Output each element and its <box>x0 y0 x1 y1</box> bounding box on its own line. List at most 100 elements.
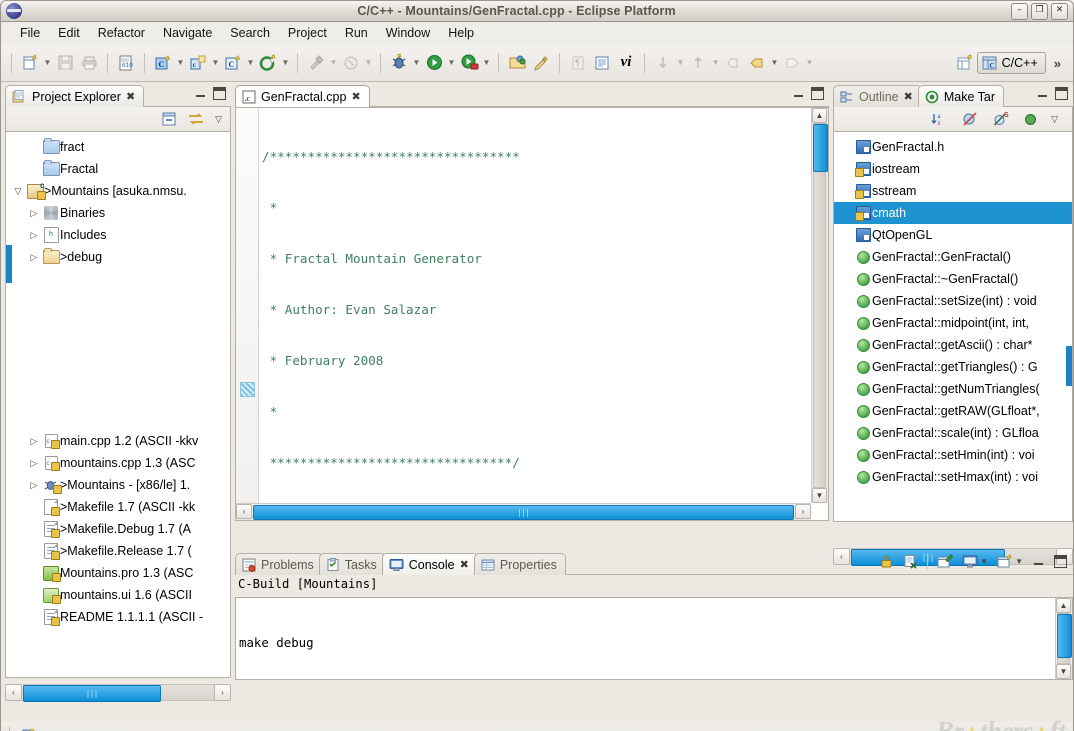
tab-tasks[interactable]: Tasks <box>319 553 386 575</box>
hide-static-icon[interactable]: S <box>993 111 1010 127</box>
perspective-cpp-button[interactable]: C C/C++ <box>977 52 1046 74</box>
minimize-button[interactable]: – <box>1011 3 1028 20</box>
outline-item-setsize[interactable]: GenFractal::setSize(int) : void <box>834 290 1072 312</box>
tree-item-makefile-release[interactable]: >Makefile.Release 1.7 ( <box>6 540 230 562</box>
outline-item-gettriangles[interactable]: GenFractal::getTriangles() : G <box>834 356 1072 378</box>
tree-item-makefile-debug[interactable]: >Makefile.Debug 1.7 (A <box>6 518 230 540</box>
display-console-dropdown-icon[interactable]: ▼ <box>980 557 988 566</box>
run-icon[interactable] <box>422 51 446 75</box>
outline-item-iostream[interactable]: iostream <box>834 158 1072 180</box>
tab-properties[interactable]: Properties <box>474 553 566 575</box>
editor-minimize-icon[interactable] <box>792 87 805 100</box>
tree-item-fractal[interactable]: Fractal <box>6 158 230 180</box>
editor-hscroll-thumb[interactable]: ∣∣∣ <box>253 505 794 520</box>
display-console-icon[interactable]: ▼ <box>962 554 988 569</box>
outline-item-scale[interactable]: GenFractal::scale(int) : GLfloa <box>834 422 1072 444</box>
open-resource-icon[interactable] <box>505 51 529 75</box>
pin-console-icon[interactable] <box>937 554 953 569</box>
back-icon[interactable] <box>745 51 769 75</box>
editor-scroll-up-button[interactable]: ▲ <box>812 108 827 123</box>
twisty[interactable]: ▷ <box>26 480 42 491</box>
hide-nonpublic-icon[interactable] <box>1024 113 1037 126</box>
project-explorer-maximize-icon[interactable] <box>213 87 226 100</box>
tab-make-targets[interactable]: Make Tar <box>918 85 1004 107</box>
tree-item-mountains-pro[interactable]: Mountains.pro 1.3 (ASC <box>6 562 230 584</box>
tree-item-mountains-ui[interactable]: mountains.ui 1.6 (ASCII <box>6 584 230 606</box>
tab-outline[interactable]: Outline ✖ <box>833 85 922 107</box>
tree-item-main-cpp[interactable]: ▷ c main.cpp 1.2 (ASCII -kkv <box>6 430 230 452</box>
tab-genfractal-cpp-close-icon[interactable]: ✖ <box>351 90 360 103</box>
scroll-left-button[interactable]: ‹ <box>5 684 22 701</box>
previous-annotation-dropdown-icon[interactable]: ▼ <box>710 52 721 74</box>
outline-item-genfractal-h[interactable]: GenFractal.h <box>834 136 1072 158</box>
clean-dropdown-icon[interactable]: ▼ <box>363 52 374 74</box>
console-minimize-icon[interactable] <box>1032 555 1045 568</box>
editor-maximize-icon[interactable] <box>811 87 824 100</box>
menu-help[interactable]: Help <box>439 24 483 42</box>
new-c-project-dropdown-icon[interactable]: ▼ <box>280 52 291 74</box>
outline-item-destructor[interactable]: GenFractal::~GenFractal() <box>834 268 1072 290</box>
editor-gutter[interactable] <box>236 108 259 520</box>
vi-mode-icon[interactable]: vi <box>614 51 638 75</box>
editor-code[interactable]: /********************************* * * F… <box>258 108 828 520</box>
view-menu-icon[interactable]: ▽ <box>215 114 222 125</box>
editor-text-area[interactable]: /********************************* * * F… <box>235 107 829 521</box>
editor-horizontal-scrollbar[interactable]: ‹ ∣∣∣ › <box>236 503 811 520</box>
menu-file[interactable]: File <box>11 24 49 42</box>
open-console-icon[interactable]: ▼ <box>997 554 1023 569</box>
tree-item-binaries[interactable]: ▷ Binaries <box>6 202 230 224</box>
tree-item-fract[interactable]: fract <box>6 136 230 158</box>
editor-vscroll-thumb[interactable] <box>813 124 828 172</box>
outline-item-sethmax[interactable]: GenFractal::setHmax(int) : voi <box>834 466 1072 488</box>
clear-console-icon[interactable] <box>903 554 918 569</box>
twisty[interactable]: ▷ <box>26 230 42 241</box>
outline-maximize-icon[interactable] <box>1055 87 1068 100</box>
tree-item-mountains-binary[interactable]: ▷ >Mountains - [x86/le] 1. <box>6 474 230 496</box>
editor-scroll-left-button[interactable]: ‹ <box>236 504 252 519</box>
tree-item-debug[interactable]: ▷ >debug <box>6 246 230 268</box>
tab-genfractal-cpp[interactable]: .c GenFractal.cpp ✖ <box>235 85 370 107</box>
new-cpp-class-icon[interactable]: C <box>151 51 175 75</box>
run-dropdown-icon[interactable]: ▼ <box>446 52 457 74</box>
tree-item-mountains[interactable]: ▽ >Mountains [asuka.nmsu. <box>6 180 230 202</box>
new-wizard-dropdown-icon[interactable]: ▼ <box>42 52 53 74</box>
editor-scroll-right-button[interactable]: › <box>795 504 811 519</box>
project-explorer-hscrollbar[interactable]: ‹ ∣∣∣ › <box>5 684 231 702</box>
tree-item-includes[interactable]: ▷ h Includes <box>6 224 230 246</box>
view-menu-icon[interactable]: ▽ <box>1051 114 1058 125</box>
forward-dropdown-icon[interactable]: ▼ <box>804 52 815 74</box>
outline-item-midpoint[interactable]: GenFractal::midpoint(int, int, <box>834 312 1072 334</box>
editor-folding-marker[interactable] <box>240 382 255 397</box>
new-cpp-source-file-icon[interactable]: c <box>186 51 210 75</box>
debug-icon[interactable] <box>387 51 411 75</box>
open-console-dropdown-icon[interactable]: ▼ <box>1015 557 1023 566</box>
editor-vertical-scrollbar[interactable]: ▲ ▼ <box>811 108 828 503</box>
twisty[interactable]: ▷ <box>26 208 42 219</box>
tab-project-explorer-close-icon[interactable]: ✖ <box>126 90 135 103</box>
hscroll-thumb[interactable]: ∣∣∣ <box>23 685 161 702</box>
tree-item-mountains-cpp[interactable]: ▷ c mountains.cpp 1.3 (ASC <box>6 452 230 474</box>
tab-outline-close-icon[interactable]: ✖ <box>904 90 913 103</box>
sort-az-icon[interactable]: az <box>931 111 948 127</box>
lock-scroll-icon[interactable] <box>879 554 894 569</box>
outline-item-sethmin[interactable]: GenFractal::setHmin(int) : voi <box>834 444 1072 466</box>
console-maximize-icon[interactable] <box>1054 555 1067 568</box>
outline-item-getraw[interactable]: GenFractal::getRAW(GLfloat*, <box>834 400 1072 422</box>
twisty[interactable]: ▷ <box>26 436 42 447</box>
next-annotation-dropdown-icon[interactable]: ▼ <box>675 52 686 74</box>
new-c-class-icon[interactable]: C <box>221 51 245 75</box>
tree-item-makefile[interactable]: >Makefile 1.7 (ASCII -kk <box>6 496 230 518</box>
search-icon[interactable] <box>529 51 553 75</box>
outline-item-cmath[interactable]: cmath <box>834 202 1072 224</box>
twisty-expanded[interactable]: ▽ <box>10 186 26 197</box>
console-vertical-scrollbar[interactable]: ▲ ▼ <box>1055 598 1072 679</box>
twisty[interactable]: ▷ <box>26 458 42 469</box>
editor-vscroll-track[interactable] <box>813 123 826 488</box>
tree-item-readme[interactable]: README 1.1.1.1 (ASCII - <box>6 606 230 628</box>
toolbar-overflow-button[interactable]: » <box>1046 56 1069 71</box>
hide-fields-icon[interactable] <box>962 111 979 127</box>
menu-navigate[interactable]: Navigate <box>154 24 221 42</box>
project-explorer-minimize-icon[interactable] <box>194 87 207 100</box>
outline-item-getnumtriangles[interactable]: GenFractal::getNumTriangles( <box>834 378 1072 400</box>
new-cpp-source-dropdown-icon[interactable]: ▼ <box>210 52 221 74</box>
